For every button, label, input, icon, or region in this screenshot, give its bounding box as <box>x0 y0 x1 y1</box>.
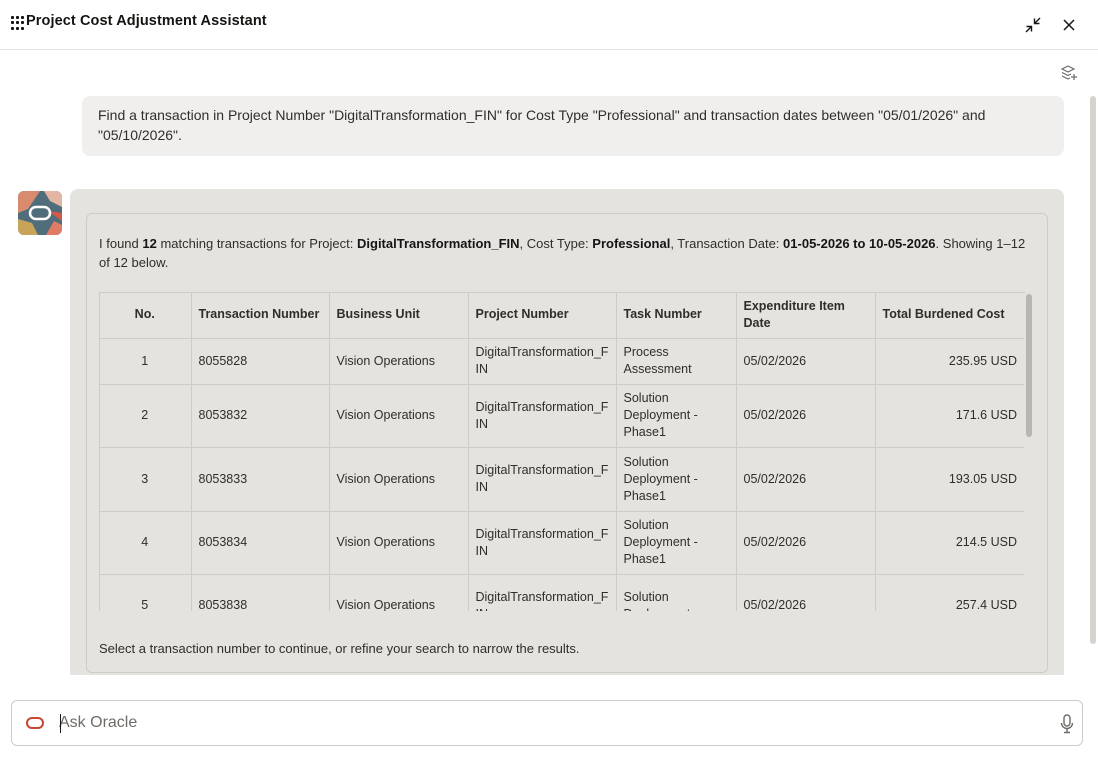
project-number-cell: DigitalTransformation_FIN <box>468 574 617 611</box>
transaction-number-link[interactable]: 8053833 <box>191 447 330 512</box>
column-header[interactable]: Expenditure Item Date <box>736 292 876 339</box>
close-button[interactable] <box>1057 13 1081 37</box>
layers-add-button[interactable] <box>1058 62 1080 84</box>
business-unit-cell: Vision Operations <box>329 447 469 512</box>
project-number-cell: DigitalTransformation_FIN <box>468 384 617 448</box>
row-number: 3 <box>99 447 192 512</box>
collapse-button[interactable] <box>1021 13 1045 37</box>
header-bar: Project Cost Adjustment Assistant <box>0 0 1098 50</box>
expenditure-date-cell: 05/02/2026 <box>736 447 876 512</box>
transaction-number-link[interactable]: 8055828 <box>191 338 330 385</box>
table-header-row: No. Transaction Number Business Unit Pro… <box>99 292 1024 339</box>
burdened-cost-cell: 193.05 USD <box>875 447 1024 512</box>
table-border-left <box>99 292 100 611</box>
row-number: 4 <box>99 511 192 575</box>
burdened-cost-cell: 214.5 USD <box>875 511 1024 575</box>
column-header[interactable]: Project Number <box>468 292 617 339</box>
row-number: 2 <box>99 384 192 448</box>
expenditure-date-cell: 05/02/2026 <box>736 511 876 575</box>
burdened-cost-cell: 235.95 USD <box>875 338 1024 385</box>
task-number-cell: Solution Deployment - Phase1 <box>616 384 737 448</box>
business-unit-cell: Vision Operations <box>329 338 469 385</box>
column-header[interactable]: Task Number <box>616 292 737 339</box>
table-row[interactable]: 3 8053833 Vision Operations DigitalTrans… <box>99 447 1024 512</box>
table-row[interactable]: 2 8053832 Vision Operations DigitalTrans… <box>99 384 1024 448</box>
table-border-top <box>99 292 1025 293</box>
project-number-cell: DigitalTransformation_FIN <box>468 447 617 512</box>
user-message: Find a transaction in Project Number "Di… <box>82 96 1064 156</box>
results-footer-note: Select a transaction number to continue,… <box>99 641 580 656</box>
layers-add-icon <box>1060 65 1077 80</box>
table-scrollbar[interactable] <box>1026 294 1032 437</box>
burdened-cost-cell: 257.4 USD <box>875 574 1024 611</box>
assistant-avatar <box>18 191 62 235</box>
microphone-icon <box>1060 714 1074 734</box>
text-caret <box>60 714 61 733</box>
task-number-cell: Solution Deployment - Phase1 <box>616 511 737 575</box>
task-number-cell: Solution Deployment - <box>616 574 737 611</box>
ask-oracle-input[interactable] <box>59 709 1039 737</box>
business-unit-cell: Vision Operations <box>329 574 469 611</box>
transaction-number-link[interactable]: 8053832 <box>191 384 330 448</box>
row-number: 5 <box>99 574 192 611</box>
table-row[interactable]: 5 8053838 Vision Operations DigitalTrans… <box>99 574 1024 611</box>
expenditure-date-cell: 05/02/2026 <box>736 574 876 611</box>
collapse-arrows-icon <box>1025 17 1041 33</box>
burdened-cost-cell: 171.6 USD <box>875 384 1024 448</box>
task-number-cell: Process Assessment <box>616 338 737 385</box>
grid-dots-icon[interactable] <box>11 16 25 30</box>
table-row[interactable]: 1 8055828 Vision Operations DigitalTrans… <box>99 338 1024 385</box>
column-header[interactable]: Business Unit <box>329 292 469 339</box>
close-icon <box>1063 19 1075 31</box>
chat-scrollbar[interactable] <box>1090 96 1096 644</box>
transaction-number-link[interactable]: 8053834 <box>191 511 330 575</box>
project-number-cell: DigitalTransformation_FIN <box>468 338 617 385</box>
business-unit-cell: Vision Operations <box>329 511 469 575</box>
table-row[interactable]: 4 8053834 Vision Operations DigitalTrans… <box>99 511 1024 575</box>
expenditure-date-cell: 05/02/2026 <box>736 338 876 385</box>
expenditure-date-cell: 05/02/2026 <box>736 384 876 448</box>
column-header[interactable]: Total Burdened Cost <box>875 292 1024 339</box>
results-table: No. Transaction Number Business Unit Pro… <box>99 292 1036 611</box>
page-title: Project Cost Adjustment Assistant <box>26 13 267 29</box>
row-number: 1 <box>99 338 192 385</box>
transaction-number-link[interactable]: 8053838 <box>191 574 330 611</box>
column-header[interactable]: Transaction Number <box>191 292 330 339</box>
message-composer <box>11 700 1083 746</box>
results-summary: I found 12 matching transactions for Pro… <box>99 236 1026 270</box>
business-unit-cell: Vision Operations <box>329 384 469 448</box>
task-number-cell: Solution Deployment - Phase1 <box>616 447 737 512</box>
microphone-button[interactable] <box>1058 713 1076 735</box>
oracle-logo-icon <box>26 717 44 729</box>
project-number-cell: DigitalTransformation_FIN <box>468 511 617 575</box>
column-header[interactable]: No. <box>99 292 192 339</box>
